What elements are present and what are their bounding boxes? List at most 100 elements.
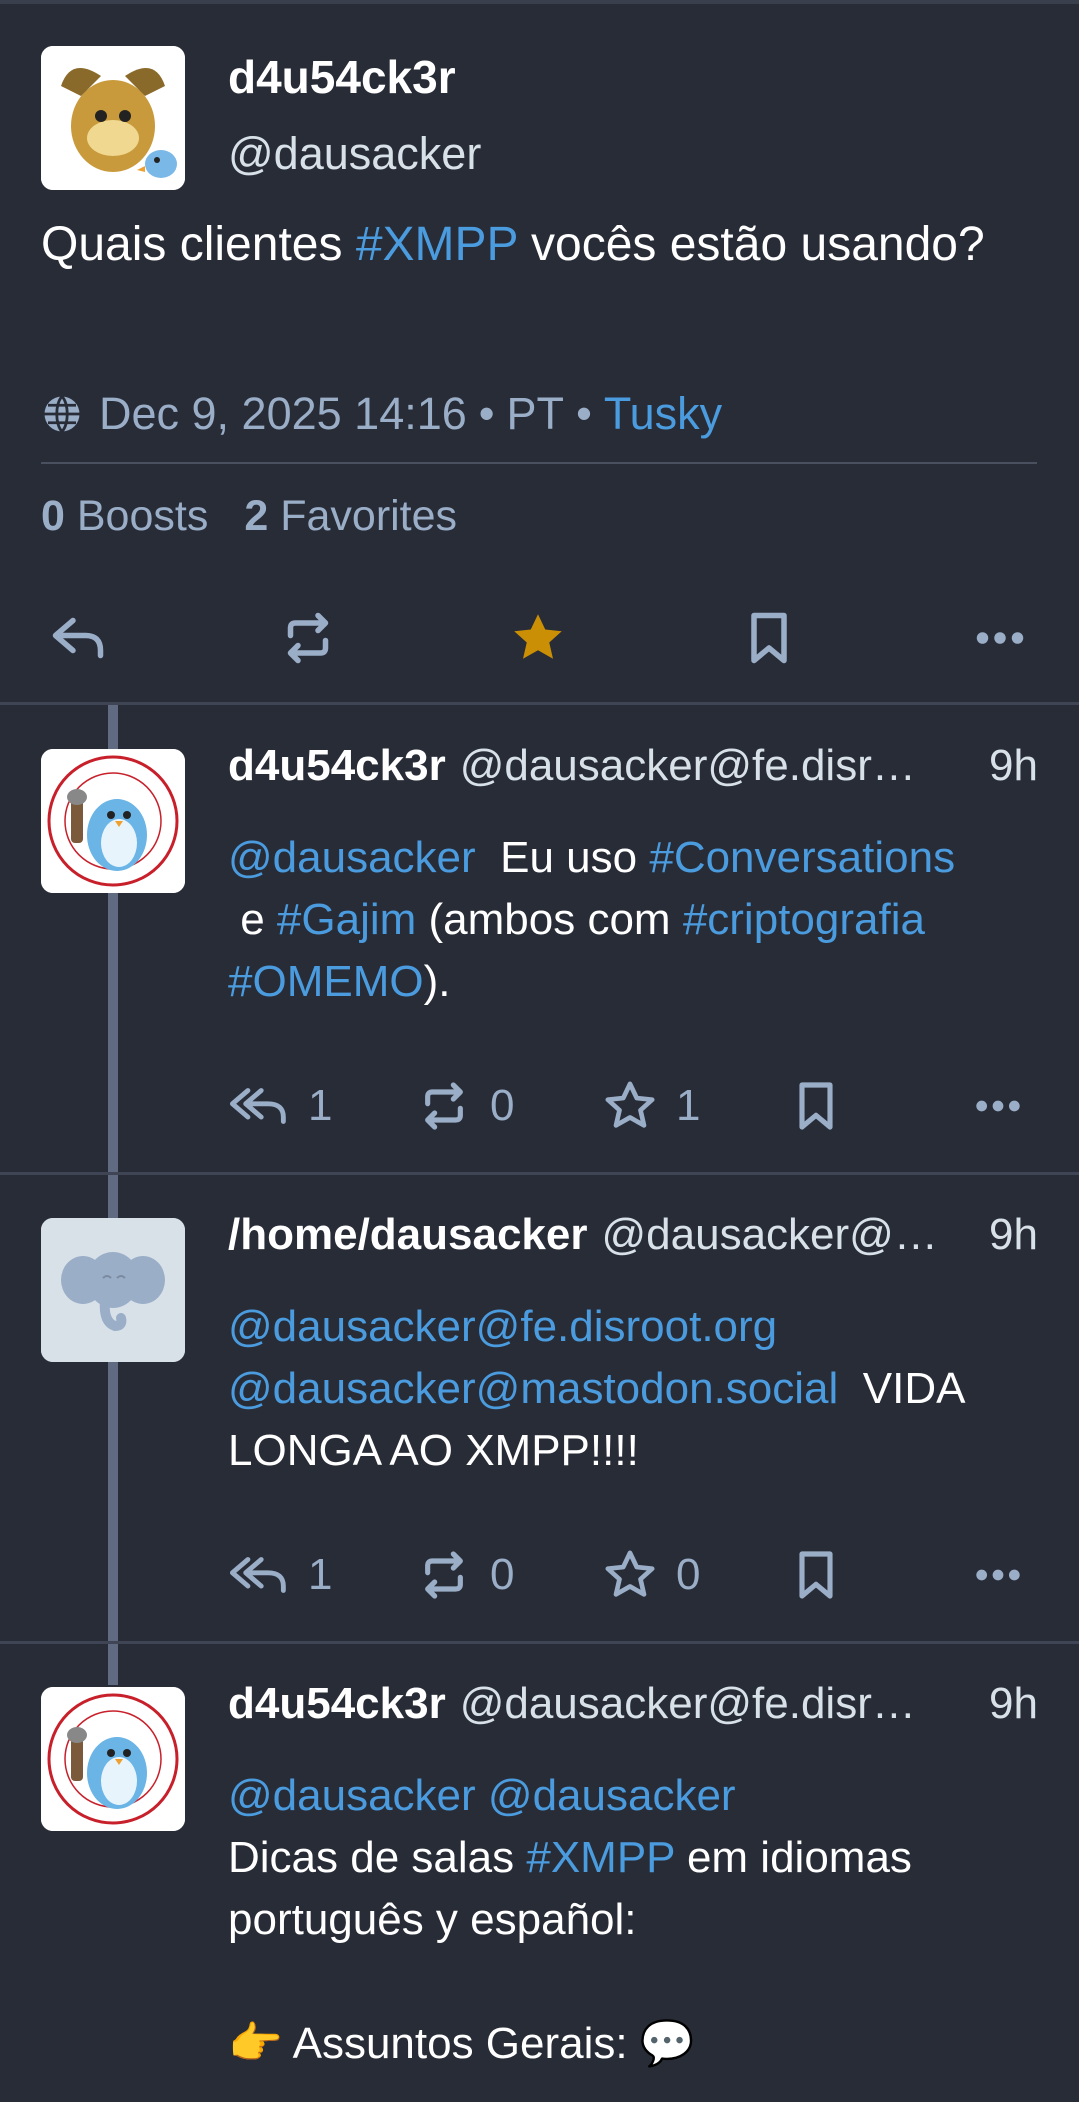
timestamp: 9h [989,1679,1038,1728]
client-link[interactable]: Tusky [604,388,722,440]
status-content: @dausacker Eu uso #Conversations e #Gaji… [228,827,1048,1013]
boosts-label: Boosts [76,492,209,540]
bookmark-button[interactable] [788,1540,844,1610]
reply-all-icon [229,1557,286,1593]
avatar[interactable] [41,749,185,893]
avatar[interactable] [41,1687,185,1831]
reply-header: /home/dausacker @dausacker@… 9h [228,1210,1038,1270]
more-button[interactable] [962,600,1038,676]
favorites-count: 1 [676,1081,701,1130]
hashtag-link[interactable]: #XMPP [356,218,518,271]
content-text: Dicas de salas [228,1833,527,1882]
boost-icon [425,1551,463,1599]
bookmark-icon [799,1551,833,1599]
hashtag-link[interactable]: #Conversations [649,833,955,882]
reply-button[interactable] [40,600,116,676]
globe-icon [44,395,80,433]
bookmark-icon [751,612,787,664]
mention-link[interactable]: @dausacker [488,1771,736,1820]
meta-divider [41,462,1037,464]
more-icon [976,1100,1020,1112]
pointing-hand-emoji: 👉 [228,2018,283,2069]
hashtag-link[interactable]: #XMPP [526,1833,674,1882]
meta-separator: • [478,388,495,439]
mention-link[interactable]: @dausacker [228,1771,476,1820]
boost-button[interactable]: 0 [416,1540,514,1610]
main-action-bar [0,600,1079,676]
boosts-count: 0 [41,492,65,540]
status-meta: Dec 9, 2025 14:16 • PT • Tusky [41,388,722,440]
content-text: Eu uso [475,833,650,882]
display-name[interactable]: d4u54ck3r [228,50,456,104]
hashtag-link[interactable]: #criptografia [683,895,925,944]
reply-header: d4u54ck3r @dausacker@fe.disr… 9h [228,741,1038,801]
reply-status[interactable]: d4u54ck3r @dausacker@fe.disr… 9h @dausac… [0,705,1079,1172]
username[interactable]: @dausacker [228,128,481,180]
username[interactable]: @dausacker@fe.disr… [460,1679,965,1729]
username[interactable]: @dausacker@… [602,1210,966,1260]
boosts-count: 0 [490,1550,515,1599]
favorites-count: 0 [676,1550,701,1599]
bookmark-button[interactable] [788,1071,844,1141]
boosts-count: 0 [490,1081,515,1130]
boost-icon [425,1082,463,1130]
reply-header: d4u54ck3r @dausacker@fe.disr… 9h [228,1679,1038,1739]
reply-icon [52,617,104,659]
favorites-count: 2 [244,492,269,540]
mention-link[interactable]: @dausacker [228,833,476,882]
content-text: e [228,895,277,944]
main-status: d4u54ck3r @dausacker Quais clientes #XMP… [0,4,1079,704]
bookmark-button[interactable] [731,600,807,676]
meta-separator: • [576,388,592,439]
reply-status[interactable]: d4u54ck3r @dausacker@fe.disr… 9h @dausac… [0,1643,1079,2102]
status-date: Dec 9, 2025 14:16 [99,388,467,439]
favorite-button[interactable]: 1 [602,1071,700,1141]
star-icon [605,1081,655,1128]
mention-link[interactable]: @dausacker@fe.disroot.org [228,1302,777,1351]
more-icon [976,632,1024,644]
favorite-button[interactable] [500,600,576,676]
display-name[interactable]: d4u54ck3r [228,741,446,791]
status-content: Quais clientes #XMPP vocês estão usando? [41,214,1041,276]
boosts-count-link[interactable]: 0 Boosts [41,492,208,540]
content-text: Quais clientes [41,218,356,271]
content-text: Assuntos Gerais: [282,2019,640,2068]
replies-count: 1 [308,1550,333,1599]
more-icon [976,1569,1020,1581]
display-name[interactable]: d4u54ck3r [228,1679,446,1729]
timestamp: 9h [989,741,1038,790]
more-button[interactable] [968,1071,1028,1141]
favorites-label: Favorites [280,492,458,540]
reply-status[interactable]: /home/dausacker @dausacker@… 9h @dausack… [0,1174,1079,1641]
content-text: (ambos com [416,895,683,944]
boost-button[interactable] [270,600,346,676]
hashtag-link[interactable]: #Gajim [277,895,416,944]
reply-button[interactable]: 1 [228,1071,332,1141]
status-language: PT [506,388,565,439]
boost-button[interactable]: 0 [416,1071,514,1141]
status-counts: 0 Boosts 2 Favorites [41,492,457,541]
more-button[interactable] [968,1540,1028,1610]
status-content: @dausacker@fe.disroot.org @dausacker@mas… [228,1296,1048,1482]
bookmark-icon [799,1082,833,1130]
speech-bubble-emoji: 💬 [639,2018,695,2069]
hashtag-link[interactable]: #OMEMO [228,957,424,1006]
display-name[interactable]: /home/dausacker [228,1210,588,1260]
content-text: vocês estão usando? [517,218,985,271]
avatar[interactable] [41,1218,185,1362]
status-content: @dausacker @dausacker Dicas de salas #XM… [228,1765,1048,2075]
action-bar: 1 0 0 [228,1540,1048,1610]
reply-button[interactable]: 1 [228,1540,332,1610]
reply-all-icon [229,1088,286,1124]
avatar[interactable] [41,46,185,190]
star-icon [514,614,562,659]
content-text: ). [423,957,451,1006]
action-bar: 1 0 1 [228,1071,1048,1141]
username[interactable]: @dausacker@fe.disr… [460,741,965,791]
boost-icon [287,612,329,664]
favorites-count-link[interactable]: 2 Favorites [244,492,457,540]
timestamp: 9h [989,1210,1038,1259]
replies-count: 1 [308,1081,333,1130]
mention-link[interactable]: @dausacker@mastodon.social [228,1364,838,1413]
favorite-button[interactable]: 0 [602,1540,700,1610]
